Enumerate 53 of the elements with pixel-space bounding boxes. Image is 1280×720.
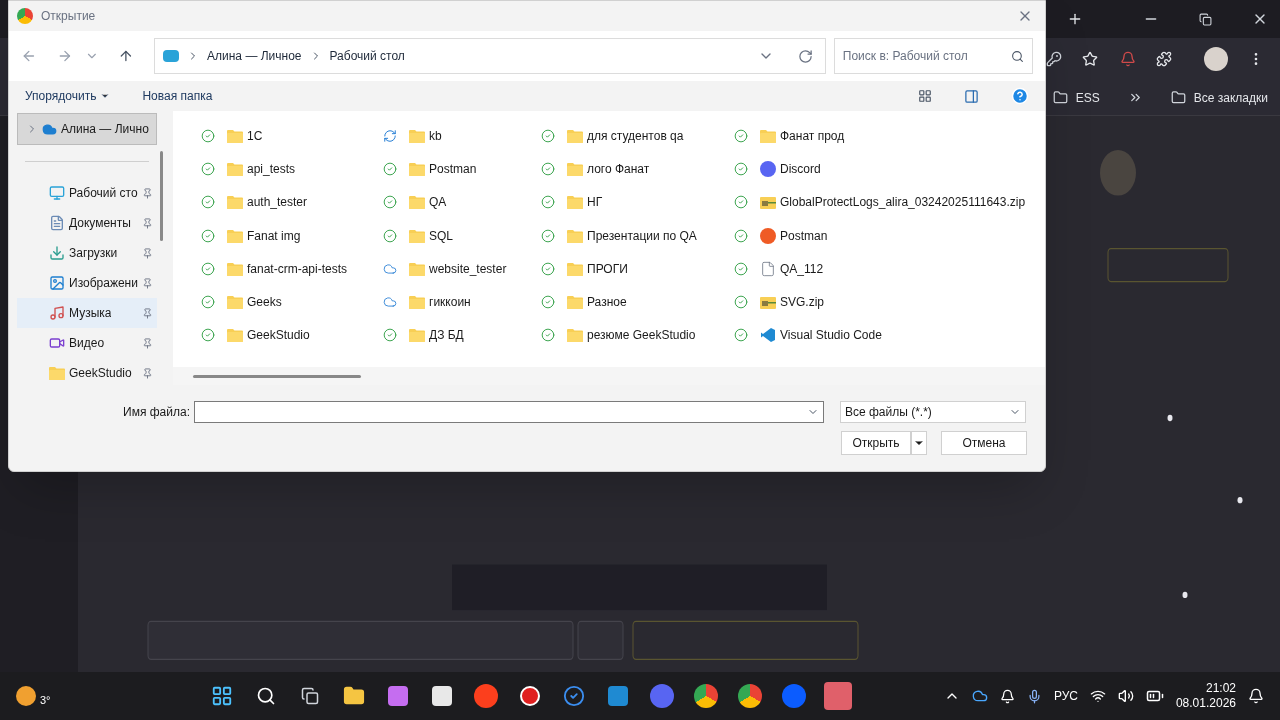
temperature: 3°: [40, 692, 51, 708]
file-item[interactable]: ПРОГИ: [541, 252, 734, 286]
breadcrumb-item[interactable]: Рабочий стол: [329, 47, 405, 65]
file-item[interactable]: api_tests: [201, 152, 383, 186]
file-item[interactable]: Postman: [383, 152, 541, 186]
file-item[interactable]: SQL: [383, 218, 541, 253]
breadcrumb-item[interactable]: Алина — Личное: [207, 47, 302, 65]
file-item[interactable]: Фанат прод: [734, 119, 1034, 153]
sidebar-item[interactable]: Музыка: [17, 298, 157, 328]
sidebar-item[interactable]: GeekStudio: [17, 358, 157, 385]
sidebar-item[interactable]: Рабочий сто: [17, 178, 157, 208]
file-item[interactable]: Geeks: [201, 285, 383, 319]
file-item[interactable]: auth_tester: [201, 185, 383, 219]
address-bar[interactable]: Алина — Личное Рабочий стол: [154, 38, 826, 74]
search-field[interactable]: Поиск в: Рабочий стол: [833, 38, 1033, 74]
file-item[interactable]: kb: [383, 119, 541, 153]
language-indicator[interactable]: РУС: [1053, 687, 1078, 705]
filename-label: Имя файла:: [123, 404, 190, 421]
file-item[interactable]: Visual Studio Code: [734, 318, 1034, 353]
clock-date[interactable]: 08.01.2026: [1175, 696, 1236, 711]
file-item[interactable]: Postman: [734, 218, 1034, 253]
file-item[interactable]: Разное: [541, 285, 734, 319]
file-item[interactable]: Презентации по QA: [541, 218, 734, 253]
window-title: Открытие: [41, 8, 96, 25]
bookmark-label[interactable]: Все закладки: [1193, 88, 1268, 107]
sidebar-item[interactable]: Загрузки: [17, 238, 157, 268]
sidebar-item[interactable]: Изображени: [17, 268, 157, 298]
file-item[interactable]: НГ: [541, 185, 734, 219]
file-item[interactable]: GeekStudio: [201, 318, 383, 353]
sidebar-item[interactable]: Алина — Лично: [17, 113, 157, 145]
bookmark-label[interactable]: ESS: [1075, 88, 1100, 107]
file-item[interactable]: SVG.zip: [734, 285, 1034, 319]
file-item[interactable]: fanat-crm-api-tests: [201, 252, 383, 286]
file-item[interactable]: для студентов qa: [541, 119, 734, 153]
cancel-button[interactable]: Отмена: [941, 431, 1027, 455]
open-button[interactable]: Открыть: [841, 431, 911, 455]
file-item[interactable]: резюме GeekStudio: [541, 318, 734, 353]
file-item[interactable]: гиккоин: [383, 285, 541, 319]
file-item[interactable]: ДЗ БД: [383, 318, 541, 353]
file-item[interactable]: QA_112: [734, 252, 1034, 286]
file-item[interactable]: Fanat img: [201, 218, 383, 253]
new-folder-button[interactable]: Новая папка: [142, 87, 213, 105]
file-item[interactable]: website_tester: [383, 252, 541, 286]
sidebar-item[interactable]: Документы: [17, 208, 157, 238]
clock-time[interactable]: 21:02: [1205, 681, 1236, 696]
sidebar-item[interactable]: Видео: [17, 328, 157, 358]
file-type-dropdown[interactable]: Все файлы (*.*): [839, 401, 1026, 423]
organize-button[interactable]: Упорядочить: [25, 87, 111, 105]
file-item[interactable]: QA: [383, 185, 541, 219]
file-item[interactable]: лого Фанат: [541, 152, 734, 186]
file-item[interactable]: Discord: [734, 152, 1034, 186]
file-item[interactable]: 1С: [201, 119, 383, 153]
file-item[interactable]: GlobalProtectLogs_alira_03242025111643.zip: [734, 185, 1034, 219]
